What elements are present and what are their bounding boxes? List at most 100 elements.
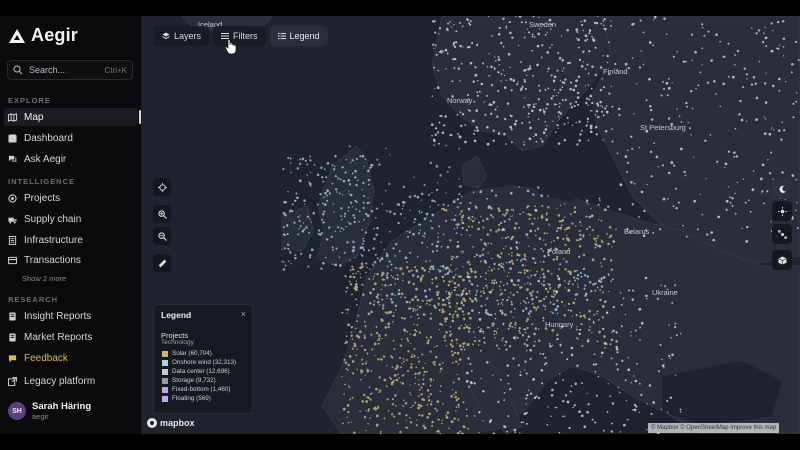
project-dot[interactable] [457,241,460,244]
project-dot[interactable] [575,225,577,227]
project-dot[interactable] [609,343,612,346]
project-dot[interactable] [660,408,663,410]
project-dot[interactable] [501,312,504,315]
project-dot[interactable] [660,94,663,97]
project-dot[interactable] [497,268,500,270]
project-dot[interactable] [547,70,549,73]
project-dot[interactable] [443,335,446,339]
project-dot[interactable] [447,284,450,287]
project-dot[interactable] [339,230,342,233]
project-dot[interactable] [383,417,386,420]
project-dot[interactable] [506,102,510,105]
project-dot[interactable] [337,177,340,180]
project-dot[interactable] [485,272,487,274]
project-dot[interactable] [436,240,440,243]
project-dot[interactable] [510,279,514,282]
project-dot[interactable] [573,105,576,108]
project-dot[interactable] [439,367,443,371]
project-dot[interactable] [386,272,389,275]
project-dot[interactable] [575,100,578,104]
project-dot[interactable] [302,222,305,224]
project-dot[interactable] [466,46,469,49]
project-dot[interactable] [501,228,504,232]
project-dot[interactable] [409,421,413,424]
project-dot[interactable] [584,85,586,87]
project-dot[interactable] [579,328,582,331]
project-dot[interactable] [572,406,574,409]
project-dot[interactable] [589,326,591,328]
project-dot[interactable] [471,283,474,286]
project-dot[interactable] [661,164,664,167]
project-dot[interactable] [492,139,495,142]
project-dot[interactable] [495,60,497,62]
project-dot[interactable] [364,231,368,234]
project-dot[interactable] [544,128,548,131]
project-dot[interactable] [355,298,358,301]
project-dot[interactable] [517,279,520,282]
project-dot[interactable] [443,208,446,211]
3d-view-button[interactable] [772,250,792,270]
project-dot[interactable] [452,381,455,384]
project-dot[interactable] [498,63,500,66]
project-dot[interactable] [415,424,418,427]
project-dot[interactable] [355,354,358,357]
project-dot[interactable] [480,377,482,380]
project-dot[interactable] [424,362,426,364]
project-dot[interactable] [467,207,471,211]
project-dot[interactable] [394,367,398,370]
project-dot[interactable] [381,284,383,286]
project-dot[interactable] [772,29,774,32]
project-dot[interactable] [434,407,437,410]
project-dot[interactable] [558,431,561,434]
project-dot[interactable] [394,394,397,397]
project-dot[interactable] [410,363,413,366]
project-dot[interactable] [600,262,602,264]
project-dot[interactable] [448,427,450,430]
project-dot[interactable] [632,408,634,411]
project-dot[interactable] [348,280,351,283]
project-dot[interactable] [652,232,654,234]
project-dot[interactable] [587,139,590,142]
project-dot[interactable] [590,109,592,112]
project-dot[interactable] [377,301,380,304]
project-dot[interactable] [352,214,355,217]
project-dot[interactable] [543,298,546,301]
project-dot[interactable] [361,283,364,286]
project-dot[interactable] [738,113,741,116]
project-dot[interactable] [584,284,587,287]
project-dot[interactable] [579,133,582,136]
project-dot[interactable] [445,345,448,347]
project-dot[interactable] [406,337,409,340]
project-dot[interactable] [527,312,531,315]
project-dot[interactable] [576,96,580,99]
project-dot[interactable] [501,339,503,342]
project-dot[interactable] [455,257,457,259]
project-dot[interactable] [626,418,629,421]
project-dot[interactable] [412,282,415,286]
project-dot[interactable] [421,266,424,270]
project-dot[interactable] [437,302,440,305]
project-dot[interactable] [351,172,354,175]
project-dot[interactable] [759,177,763,181]
project-dot[interactable] [491,257,493,260]
project-dot[interactable] [414,382,416,385]
project-dot[interactable] [535,103,537,105]
project-dot[interactable] [373,227,375,230]
project-dot[interactable] [559,226,562,230]
project-dot[interactable] [557,142,561,145]
project-dot[interactable] [494,317,497,320]
project-dot[interactable] [361,228,364,231]
project-dot[interactable] [736,49,740,53]
project-dot[interactable] [501,298,504,301]
project-dot[interactable] [624,379,627,382]
project-dot[interactable] [572,301,576,305]
project-dot[interactable] [434,44,437,47]
project-dot[interactable] [349,275,352,279]
project-dot[interactable] [602,305,605,308]
project-dot[interactable] [719,105,722,108]
project-dot[interactable] [386,265,389,268]
project-dot[interactable] [368,268,371,270]
project-dot[interactable] [350,334,353,337]
project-dot[interactable] [347,221,349,224]
project-dot[interactable] [523,369,525,371]
